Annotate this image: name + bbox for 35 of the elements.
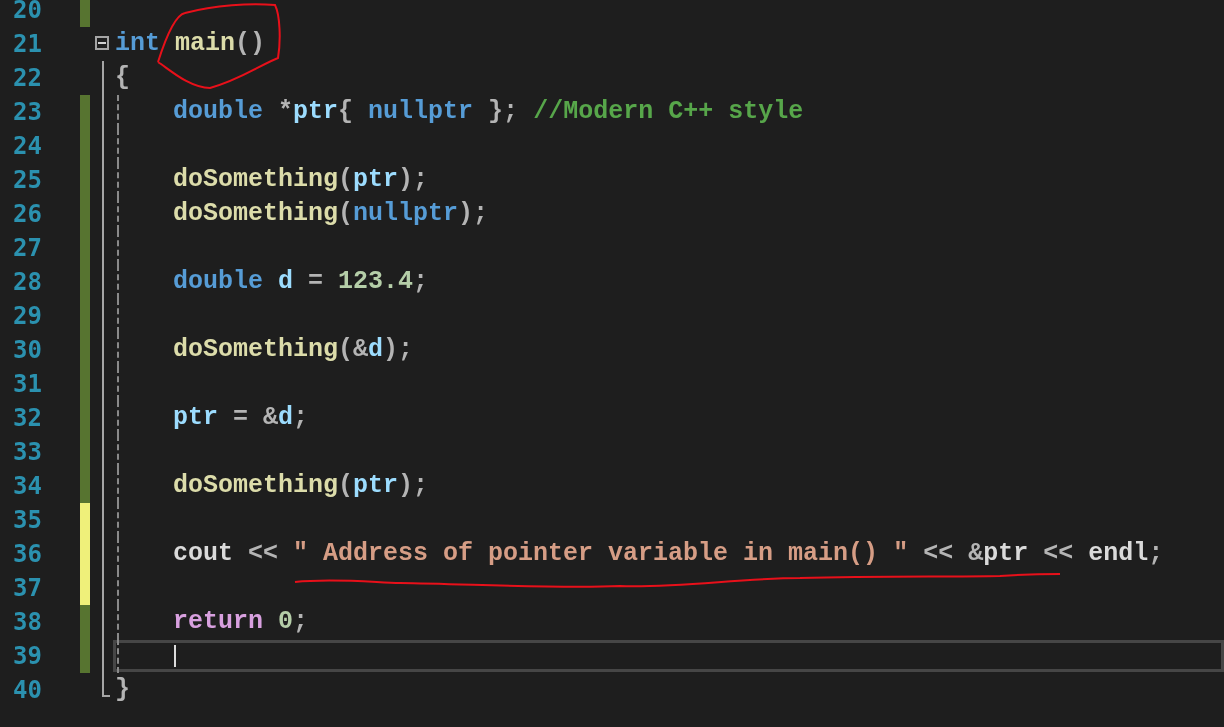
code-line: ptr = &d; [172,402,309,434]
line-number: 34 [12,471,42,502]
code-line: int main() [115,28,266,60]
code-line: doSomething(&d); [172,334,414,366]
line-number: 27 [12,233,42,264]
code-line: doSomething(nullptr); [172,198,489,230]
code-line: double *ptr{ nullptr }; //Modern C++ style [172,96,804,128]
code-line: cout << " Address of pointer variable in main() " << &ptr << endl; [172,538,1164,570]
line-number: 40 [12,675,42,706]
line-number: 32 [12,403,42,434]
line-number: 29 [12,301,42,332]
line-number: 26 [12,199,42,230]
line-number: 35 [12,505,42,536]
code-line: doSomething(ptr); [172,470,429,502]
line-number: 24 [12,131,42,162]
line-number: 38 [12,607,42,638]
line-number: 22 [12,63,42,94]
code-line: doSomething(ptr); [172,164,429,196]
text-caret [174,645,176,667]
collapse-toggle[interactable] [95,36,109,50]
code-line: } [115,674,130,706]
line-number: 33 [12,437,42,468]
line-number: 21 [12,29,42,60]
line-number: 31 [12,369,42,400]
line-number: 20 [12,0,42,26]
code-line: { [115,62,130,94]
line-number: 36 [12,539,42,570]
line-number: 39 [12,641,42,672]
line-number: 30 [12,335,42,366]
line-number: 37 [12,573,42,604]
line-number: 28 [12,267,42,298]
line-number: 25 [12,165,42,196]
code-line: double d = 123.4; [172,266,429,298]
code-line: return 0; [172,606,309,638]
line-number: 23 [12,97,42,128]
